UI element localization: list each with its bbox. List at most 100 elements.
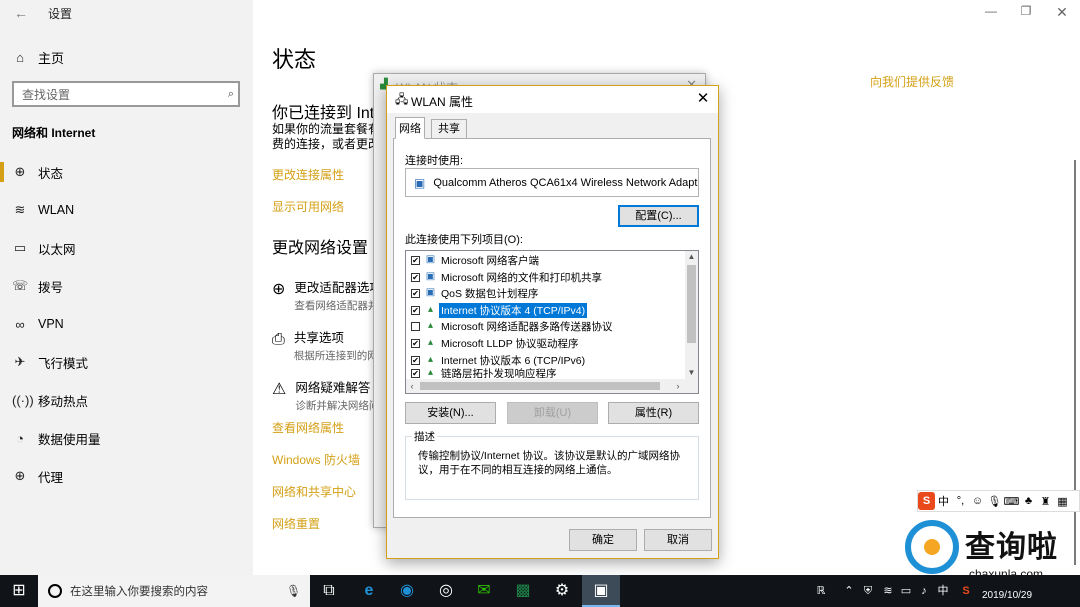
back-arrow-icon[interactable]: ← — [12, 4, 30, 22]
checkbox[interactable]: ✔ — [411, 288, 420, 298]
scroll-right-icon[interactable]: › — [672, 379, 684, 393]
music-app-icon[interactable]: ◎ — [427, 575, 465, 607]
scroll-up-icon[interactable]: ▲ — [685, 251, 698, 263]
properties-button[interactable]: 属性(R) — [608, 402, 699, 424]
clock-date[interactable]: 2019/10/29 — [982, 590, 1032, 601]
user-icon[interactable]: ♣ — [1020, 495, 1037, 507]
nav-home-label: 主页 — [38, 50, 65, 66]
troubleshoot-item[interactable]: ⚠ 网络疑难解答 诊断并解决网络问题。 — [272, 377, 382, 413]
scroll-down-icon[interactable]: ▼ — [685, 367, 698, 379]
adapter-globe-icon: ⊕ — [272, 281, 286, 298]
list-item[interactable]: ✔ ▴ Internet 协议版本 4 (TCP/IPv4) — [411, 301, 589, 319]
taskbar-search-input[interactable]: 在这里输入你要搜索的内容 🎙 — [38, 575, 310, 607]
ime-punct[interactable]: °, — [952, 495, 969, 507]
list-item[interactable]: ✔ ▴ 链路层拓扑发现响应程序 — [411, 368, 559, 378]
sharing-options-item[interactable]: ⎙ 共享选项 根据所连接到的网络，决定要共享的内容。 — [272, 327, 382, 363]
network-connections-icon[interactable]: ▣ — [582, 575, 620, 607]
change-connection-props-link[interactable]: 更改连接属性 — [272, 166, 344, 183]
security-icon[interactable]: ⛨ — [860, 575, 876, 607]
cortana-circle-icon[interactable] — [48, 584, 62, 598]
edge-browser-icon[interactable]: e — [350, 575, 388, 607]
task-view-icon[interactable]: ⧉ — [310, 575, 348, 607]
sidebar-item-label: 数据使用量 — [38, 432, 101, 447]
microphone-icon[interactable]: 🎙 — [286, 584, 310, 598]
adapter-options-item[interactable]: ⊕ 更改适配器选项 查看网络适配器并更改连接设置。 — [272, 277, 382, 313]
view-network-props-link[interactable]: 查看网络属性 — [272, 419, 344, 436]
input-lang-indicator[interactable]: 中 — [936, 575, 950, 607]
sidebar-item-hotspot[interactable]: ((·)) 移动热点 — [0, 381, 253, 419]
sidebar-item-data-usage[interactable]: ◔ 数据使用量 — [0, 419, 253, 457]
emoji-icon[interactable]: ☺ — [969, 495, 986, 507]
checkbox[interactable]: ✔ — [411, 368, 420, 378]
people-icon[interactable]: ℝ — [812, 575, 830, 607]
ok-button[interactable]: 确定 — [569, 529, 637, 551]
list-item[interactable]: ✔ ▴ Microsoft LLDP 协议驱动程序 — [411, 335, 581, 351]
dialog-title: WLAN 属性 — [411, 95, 474, 109]
sidebar-item-dialup[interactable]: ☏ 拨号 — [0, 267, 253, 305]
microphone-icon[interactable]: 🎙 — [986, 495, 1003, 508]
search-icon[interactable]: ⌕ — [228, 88, 234, 101]
list-item[interactable]: ✔ ▣ QoS 数据包计划程序 — [411, 285, 540, 301]
close-icon[interactable]: ✕ — [694, 89, 712, 109]
sidebar-item-proxy[interactable]: ⊕ 代理 — [0, 457, 253, 495]
battery-icon[interactable]: ▭ — [898, 575, 914, 607]
cancel-button[interactable]: 取消 — [644, 529, 712, 551]
settings-search-input[interactable]: 查找设置 ⌕ — [12, 81, 240, 107]
connected-text-line-1: 如果你的流量套餐有限制，则你可以将此网络设置为按流量计 — [272, 122, 382, 136]
chevron-up-icon[interactable]: ⌃ — [842, 575, 856, 607]
wifi-tray-icon[interactable]: ≋ — [880, 575, 896, 607]
feedback-link[interactable]: 向我们提供反馈 — [870, 73, 954, 90]
checkbox[interactable] — [411, 321, 420, 331]
sogou-logo-icon[interactable]: S — [918, 492, 935, 510]
keyboard-icon[interactable]: ⌨ — [1003, 495, 1020, 508]
scroll-thumb[interactable] — [420, 382, 660, 390]
sidebar-item-wlan[interactable]: ≋ WLAN — [0, 191, 253, 229]
sidebar-item-airplane[interactable]: ✈ 飞行模式 — [0, 343, 253, 381]
wechat-icon[interactable]: ✉ — [465, 575, 503, 607]
network-reset-link[interactable]: 网络重置 — [272, 515, 320, 532]
close-icon[interactable]: ✕ — [1052, 4, 1072, 20]
sidebar-item-ethernet[interactable]: ▭ 以太网 — [0, 229, 253, 267]
grid-icon[interactable]: ▦ — [1054, 495, 1071, 508]
sogou-tray-icon[interactable]: S — [958, 575, 974, 607]
checkbox[interactable]: ✔ — [411, 338, 420, 348]
checkbox[interactable]: ✔ — [411, 255, 420, 265]
skin-icon[interactable]: ♜ — [1037, 495, 1054, 508]
list-vertical-scrollbar[interactable]: ▲ ▼ — [685, 251, 698, 379]
scroll-left-icon[interactable]: ‹ — [406, 379, 418, 393]
configure-button[interactable]: 配置(C)... — [618, 205, 699, 227]
nav-home[interactable]: ⌂ 主页 — [12, 47, 64, 67]
sogou-browser-icon[interactable]: ◉ — [388, 575, 426, 607]
firewall-link[interactable]: Windows 防火墙 — [272, 451, 360, 468]
ime-mode[interactable]: 中 — [935, 493, 952, 509]
checkbox[interactable]: ✔ — [411, 355, 420, 365]
list-horizontal-scrollbar[interactable]: ‹ › — [406, 379, 698, 393]
components-list[interactable]: ✔ ▣ Microsoft 网络客户端 ✔ ▣ Microsoft 网络的文件和… — [405, 250, 699, 394]
minimize-icon[interactable]: — — [981, 4, 1001, 20]
sharing-center-link[interactable]: 网络和共享中心 — [272, 483, 356, 500]
scroll-thumb[interactable] — [687, 265, 696, 343]
tab-sharing[interactable]: 共享 — [431, 119, 467, 139]
list-item[interactable]: ▴ Microsoft 网络适配器多路传送器协议 — [411, 318, 615, 334]
tab-network[interactable]: 网络 — [395, 117, 425, 139]
checkbox[interactable]: ✔ — [411, 272, 420, 282]
list-item[interactable]: ✔ ▣ Microsoft 网络客户端 — [411, 252, 541, 268]
sidebar-item-vpn[interactable]: ∞ VPN — [0, 305, 253, 343]
sidebar-item-status[interactable]: ⊕ 状态 — [0, 153, 253, 191]
ethernet-icon: ▭ — [13, 240, 27, 255]
checkbox[interactable]: ✔ — [411, 305, 420, 315]
sidebar-item-label: 以太网 — [38, 242, 76, 257]
list-item[interactable]: ✔ ▴ Internet 协议版本 6 (TCP/IPv6) — [411, 352, 587, 368]
maximize-icon[interactable]: ❐ — [1016, 4, 1036, 20]
sidebar-item-label: 拨号 — [38, 280, 64, 295]
uninstall-button[interactable]: 卸载(U) — [507, 402, 598, 424]
windows-start-icon[interactable]: ⊞ — [0, 575, 38, 607]
proxy-globe-icon: ⊕ — [14, 468, 26, 483]
settings-gear-icon[interactable]: ⚙ — [543, 575, 581, 607]
description-group: 描述 传输控制协议/Internet 协议。该协议是默认的广域网络协议，用于在不… — [405, 429, 699, 500]
excel-icon[interactable]: ▩ — [504, 575, 542, 607]
list-item[interactable]: ✔ ▣ Microsoft 网络的文件和打印机共享 — [411, 269, 604, 285]
volume-icon[interactable]: ♪ — [916, 575, 932, 607]
show-networks-link[interactable]: 显示可用网络 — [272, 198, 344, 215]
install-button[interactable]: 安装(N)... — [405, 402, 496, 424]
